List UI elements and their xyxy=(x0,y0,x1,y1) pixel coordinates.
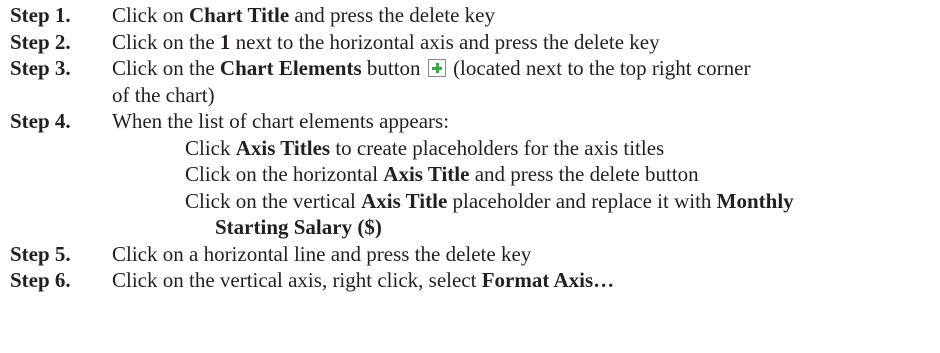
step-text: Click on the horizontal xyxy=(185,162,384,186)
step-term: Chart Elements xyxy=(219,56,362,80)
step-term: Axis Title xyxy=(383,162,470,186)
step-text: button xyxy=(361,56,421,80)
step-2: Step 2. Click on the 1 next to the horiz… xyxy=(10,29,935,56)
step-text: and press the delete button xyxy=(469,162,699,186)
step-1: Step 1. Click on Chart Title and press t… xyxy=(10,2,935,29)
step-text: Click xyxy=(185,135,236,160)
step-label: Step 5. xyxy=(10,241,71,266)
step-text: next to the horizontal axis and press th… xyxy=(230,29,660,54)
step-text: to create placeholders for the axis titl… xyxy=(330,135,665,160)
step-text: Click on the vertical axis, right click,… xyxy=(112,268,482,292)
step-label: Step 2. xyxy=(10,29,71,54)
step-label: Step 1. xyxy=(10,3,71,27)
step-term: Format Axis… xyxy=(481,268,615,292)
step-text: of the chart) xyxy=(112,82,215,107)
step-6: Step 6. Click on the vertical axis, righ… xyxy=(10,267,935,294)
step-text: Click on the xyxy=(112,29,220,54)
step-4-subitem-3: Click on the vertical Axis Title placeho… xyxy=(10,188,935,215)
step-text: When the list of chart elements appears: xyxy=(112,109,450,133)
step-3-continuation: of the chart) xyxy=(10,82,935,109)
step-4: Step 4. When the list of chart elements … xyxy=(10,108,935,135)
step-5: Step 5. Click on a horizontal line and p… xyxy=(10,241,935,268)
step-term: Starting Salary ($) xyxy=(215,215,382,239)
step-4-subitem-1: Click Axis Titles to create placeholders… xyxy=(10,135,935,162)
step-3: Step 3. Click on the Chart Elements butt… xyxy=(10,55,935,82)
step-4-subitem-2: Click on the horizontal Axis Title and p… xyxy=(10,161,935,188)
step-term: Chart Title xyxy=(189,3,290,27)
step-text: and press the delete key xyxy=(289,3,495,27)
plus-icon xyxy=(427,59,446,77)
step-text: Click on xyxy=(112,3,189,27)
step-4-subitem-3-continuation: Starting Salary ($) xyxy=(10,214,935,241)
step-label: Step 6. xyxy=(10,268,71,292)
step-term: Axis Titles xyxy=(235,135,331,160)
step-term: 1 xyxy=(219,29,231,54)
instruction-list: Step 1. Click on Chart Title and press t… xyxy=(10,2,935,294)
step-text: Click on the xyxy=(112,56,220,80)
step-term: Axis Title xyxy=(361,188,448,213)
step-label: Step 3. xyxy=(10,56,71,80)
step-text: Click on a horizontal line and press the… xyxy=(112,241,532,266)
step-text: Click on the vertical xyxy=(185,188,362,213)
step-label: Step 4. xyxy=(10,109,71,133)
step-term: Monthly xyxy=(716,188,794,213)
step-text: (located next to the top right corner xyxy=(447,56,751,80)
step-text: placeholder and replace it with xyxy=(447,188,717,213)
